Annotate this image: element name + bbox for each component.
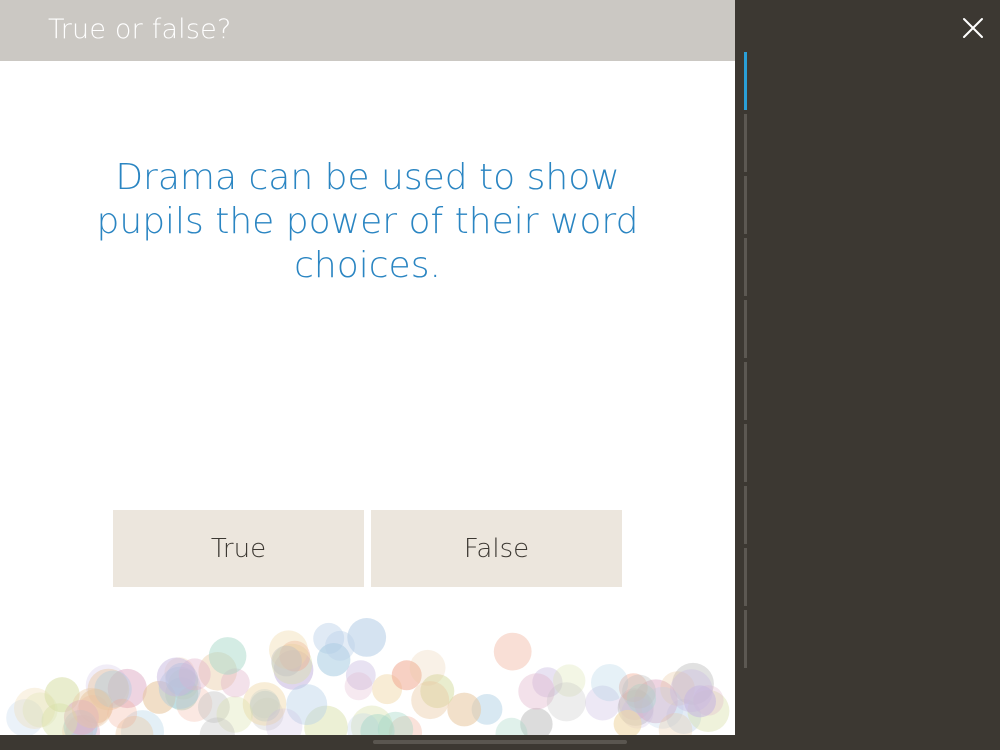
bubble (156, 657, 196, 697)
false-button[interactable]: False (371, 510, 622, 587)
bubble (409, 649, 446, 686)
bubble (411, 681, 450, 720)
card-header: True or false? (0, 0, 735, 61)
question-progress-indicator (744, 52, 747, 672)
progress-segment (744, 548, 747, 606)
bubble (271, 645, 302, 677)
progress-segment (744, 238, 747, 296)
decorative-bubbles (6, 618, 730, 735)
progress-segment (744, 300, 747, 358)
progress-segment (744, 362, 747, 420)
progress-segment (744, 176, 747, 234)
progress-segment (744, 610, 747, 668)
question-text: Drama can be used to show pupils the pow… (96, 157, 639, 286)
close-button[interactable] (955, 10, 991, 46)
progress-segment (744, 114, 747, 172)
progress-segment (744, 52, 747, 110)
progress-segment (744, 424, 747, 482)
bubble (493, 632, 532, 671)
bubble (546, 682, 587, 722)
page-title: True or false? (48, 14, 232, 45)
progress-segment (744, 486, 747, 544)
close-icon (963, 18, 983, 38)
quiz-card: True or false? Drama can be used to show… (0, 0, 735, 735)
bubble (71, 687, 112, 729)
bubble (344, 672, 373, 701)
bubble (325, 630, 355, 661)
true-button[interactable]: True (113, 510, 364, 587)
bubble (622, 674, 656, 709)
bubble (107, 698, 138, 729)
bubble (208, 637, 247, 675)
bubble (684, 685, 716, 718)
bubble (22, 692, 58, 728)
home-indicator (373, 740, 627, 744)
